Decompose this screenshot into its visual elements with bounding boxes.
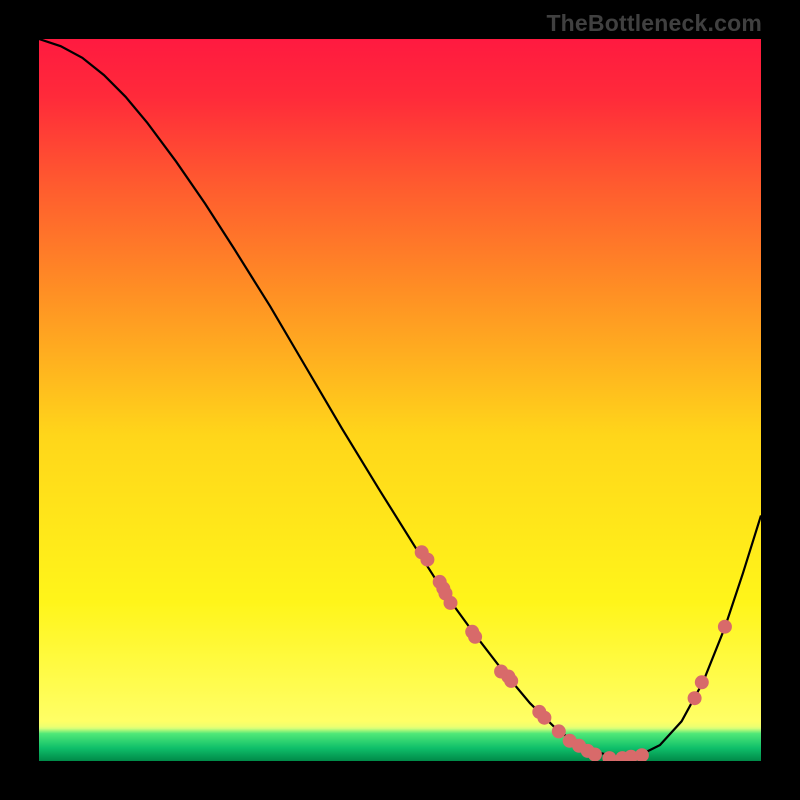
- data-point: [718, 620, 732, 634]
- data-point: [695, 675, 709, 689]
- data-point: [468, 630, 482, 644]
- data-point: [552, 724, 566, 738]
- watermark-text: TheBottleneck.com: [546, 10, 762, 37]
- chart-root: TheBottleneck.com: [0, 0, 800, 800]
- data-point: [537, 711, 551, 725]
- data-point: [444, 596, 458, 610]
- plot-svg: [39, 39, 761, 761]
- data-point: [420, 553, 434, 567]
- data-point: [688, 691, 702, 705]
- data-point: [504, 674, 518, 688]
- plot-background: [39, 39, 761, 761]
- data-point: [588, 748, 602, 762]
